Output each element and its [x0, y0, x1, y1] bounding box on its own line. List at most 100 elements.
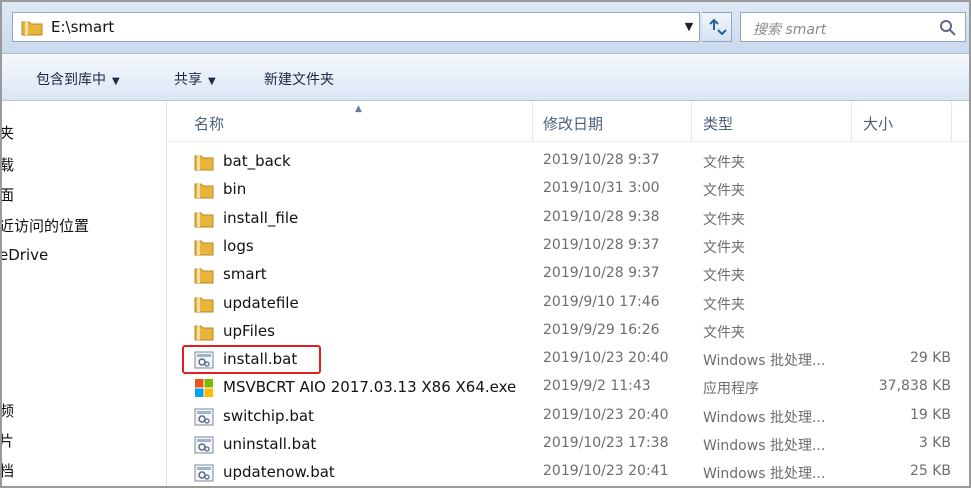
- file-type: 文件夹: [703, 268, 745, 285]
- nav-item[interactable]: 载: [2, 154, 14, 175]
- file-name[interactable]: logs: [223, 237, 254, 255]
- search-input[interactable]: 搜索 smart: [740, 12, 966, 42]
- file-row[interactable]: smart 2019/10/28 9:37 文件夹: [168, 261, 969, 289]
- nav-item[interactable]: 近访问的位置: [2, 215, 89, 236]
- column-name[interactable]: 名称: [194, 113, 224, 134]
- file-name[interactable]: updatefile: [223, 294, 299, 312]
- sort-arrow-icon: ▲: [355, 104, 362, 114]
- file-name[interactable]: uninstall.bat: [223, 435, 316, 453]
- column-size[interactable]: 大小: [863, 113, 893, 134]
- file-date: 2019/10/28 9:37: [543, 265, 660, 282]
- file-row[interactable]: upFiles 2019/9/29 16:26 文件夹: [168, 318, 969, 346]
- chevron-down-icon: ▼: [208, 76, 216, 87]
- nav-item[interactable]: eDrive: [2, 246, 48, 264]
- file-row[interactable]: updatefile 2019/9/10 17:46 文件夹: [168, 290, 969, 318]
- nav-item[interactable]: 频: [2, 400, 14, 421]
- file-icon: [194, 378, 214, 398]
- file-icon: [194, 407, 214, 427]
- highlight-box: [182, 345, 321, 374]
- file-row[interactable]: uninstall.bat 2019/10/23 17:38 Windows 批处理…: [168, 431, 969, 459]
- file-type: Windows 批处理...: [703, 438, 826, 454]
- file-date: 2019/10/31 3:00: [543, 180, 660, 197]
- file-icon: [194, 463, 214, 483]
- file-type: 文件夹: [703, 324, 745, 341]
- file-date: 2019/10/23 20:41: [543, 463, 669, 480]
- file-type: 文件夹: [703, 296, 745, 313]
- nav-item[interactable]: 夹: [2, 122, 14, 143]
- file-name[interactable]: install_file: [223, 209, 298, 227]
- explorer-window: E:\smart ▼ 搜索 smart 包含到库中 ▼ 共享 ▼ 新建文件夹 近…: [0, 0, 971, 488]
- address-bar[interactable]: E:\smart ▼: [12, 12, 700, 42]
- file-name[interactable]: upFiles: [223, 322, 275, 340]
- include-in-library-label: 包含到库中: [36, 72, 106, 88]
- file-name[interactable]: MSVBCRT AIO 2017.03.13 X86 X64.exe: [223, 378, 516, 396]
- nav-item[interactable]: 档: [2, 460, 14, 481]
- batch-file-icon: [194, 408, 214, 426]
- file-row[interactable]: switchip.bat 2019/10/23 20:40 Windows 批处理.…: [168, 403, 969, 431]
- file-name[interactable]: bat_back: [223, 152, 291, 170]
- search-placeholder: 搜索 smart: [753, 22, 827, 38]
- column-divider[interactable]: [851, 102, 852, 142]
- file-icon: [194, 322, 214, 342]
- installer-icon: [195, 379, 213, 398]
- file-row[interactable]: install_file 2019/10/28 9:38 文件夹: [168, 205, 969, 233]
- file-row[interactable]: updatenow.bat 2019/10/23 20:41 Windows 批处理…: [168, 459, 969, 486]
- file-row[interactable]: logs 2019/10/28 9:37 文件夹: [168, 233, 969, 261]
- file-list: ▲ 名称 修改日期 类型 大小 bat_back 2019/10/28 9:37 文…: [168, 102, 969, 486]
- nav-item[interactable]: 面: [2, 184, 14, 205]
- file-icon: [194, 435, 214, 455]
- file-row[interactable]: MSVBCRT AIO 2017.03.13 X86 X64.exe 2019/9…: [168, 374, 969, 402]
- file-type: 文件夹: [703, 211, 745, 228]
- file-name[interactable]: smart: [223, 265, 267, 283]
- file-date: 2019/9/2 11:43: [543, 378, 651, 395]
- command-bar: 包含到库中 ▼ 共享 ▼ 新建文件夹: [2, 55, 969, 101]
- file-date: 2019/10/28 9:38: [543, 208, 660, 225]
- file-date: 2019/9/10 17:46: [543, 293, 660, 310]
- file-row[interactable]: bin 2019/10/31 3:00 文件夹: [168, 176, 969, 204]
- include-in-library-button[interactable]: 包含到库中 ▼: [36, 69, 120, 89]
- file-type: Windows 批处理...: [703, 409, 826, 426]
- file-size: 25 KB: [909, 463, 951, 480]
- column-date[interactable]: 修改日期: [543, 113, 603, 134]
- file-icon: [194, 209, 214, 229]
- file-icon: [194, 152, 214, 172]
- folder-icon: [194, 296, 214, 312]
- chevron-down-icon: ▼: [112, 76, 120, 87]
- file-row[interactable]: bat_back 2019/10/28 9:37 文件夹: [168, 148, 969, 176]
- share-button[interactable]: 共享 ▼: [174, 69, 216, 89]
- column-header-row: ▲ 名称 修改日期 类型 大小: [168, 102, 969, 142]
- file-icon: [194, 237, 214, 257]
- folder-icon: [194, 324, 214, 341]
- folder-icon: [194, 155, 214, 171]
- file-icon: [194, 265, 214, 285]
- file-name[interactable]: switchip.bat: [223, 407, 314, 425]
- batch-file-icon: [194, 436, 214, 454]
- search-icon[interactable]: [939, 19, 957, 37]
- folder-icon: [21, 21, 43, 36]
- folder-icon: [194, 183, 214, 199]
- file-date: 2019/10/28 9:37: [543, 236, 660, 253]
- file-name[interactable]: updatenow.bat: [223, 463, 335, 481]
- file-name[interactable]: bin: [223, 180, 246, 198]
- file-date: 2019/10/23 20:40: [543, 350, 669, 367]
- file-date: 2019/9/29 16:26: [543, 321, 660, 338]
- chevron-down-icon[interactable]: ▼: [681, 19, 697, 35]
- navigation-pane: 夹 载 面 近访问的位置 eDrive 频 片 档: [2, 102, 167, 486]
- address-path[interactable]: E:\smart: [51, 18, 114, 36]
- batch-file-icon: [194, 464, 214, 482]
- refresh-button[interactable]: [702, 12, 732, 42]
- file-date: 2019/10/23 20:40: [543, 406, 669, 423]
- column-type[interactable]: 类型: [703, 113, 733, 134]
- file-size: 37,838 KB: [878, 378, 951, 395]
- column-divider[interactable]: [532, 102, 533, 142]
- column-divider[interactable]: [691, 102, 692, 142]
- file-date: 2019/10/23 17:38: [543, 435, 669, 451]
- column-divider[interactable]: [951, 102, 952, 142]
- folder-icon: [194, 268, 214, 284]
- file-type: 应用程序: [703, 381, 759, 398]
- file-icon: [194, 294, 214, 314]
- nav-item[interactable]: 片: [2, 430, 14, 451]
- refresh-icon: [709, 18, 727, 36]
- file-type: 文件夹: [703, 183, 745, 200]
- new-folder-button[interactable]: 新建文件夹: [264, 69, 334, 89]
